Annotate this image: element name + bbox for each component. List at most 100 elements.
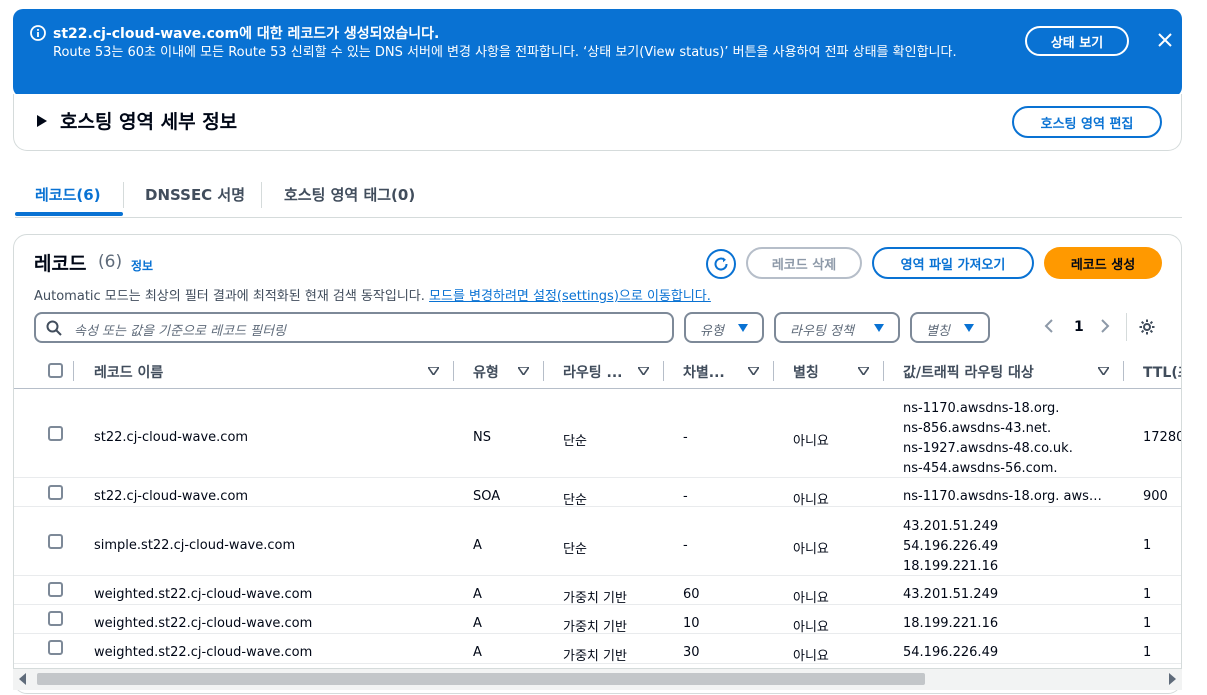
column-divider — [543, 361, 544, 381]
table-row[interactable]: st22.cj-cloud-wave.com NS 단순 - 아니요 ns-11… — [14, 390, 1181, 479]
record-routing: 가중치 기반 — [563, 649, 627, 664]
column-divider — [883, 361, 884, 381]
info-link[interactable]: 정보 — [131, 257, 153, 274]
table-row[interactable]: weighted.st22.cj-cloud-wave.com A 가중치 기반… — [14, 634, 1181, 664]
record-diff: - — [683, 538, 688, 553]
flash-title: st22.cj-cloud-wave.com에 대한 레코드가 생성되었습니다. — [53, 26, 440, 42]
horizontal-scrollbar[interactable] — [13, 668, 1182, 690]
desc-text: Automatic 모드는 최상의 필터 결과에 최적화된 현재 검색 동작입니… — [34, 289, 425, 304]
tab-records[interactable]: 레코드(6) — [35, 184, 101, 205]
record-diff: - — [683, 489, 688, 504]
record-routing: 단순 — [563, 493, 587, 508]
record-value: 18.199.221.16 — [903, 559, 999, 574]
record-routing: 단순 — [563, 542, 587, 557]
record-name: st22.cj-cloud-wave.com — [94, 489, 249, 504]
column-divider — [663, 361, 664, 381]
delete-record-button[interactable]: 레코드 삭제 — [746, 247, 862, 279]
sort-icon[interactable] — [748, 367, 759, 375]
col-alias[interactable]: 별칭 — [793, 362, 819, 382]
record-alias: 아니요 — [793, 620, 829, 635]
record-value: 54.196.226.49 — [903, 539, 999, 554]
table-row[interactable]: weighted.st22.cj-cloud-wave.com A 가중치 기반… — [14, 605, 1181, 635]
caret-right-icon[interactable] — [36, 114, 48, 128]
import-zone-file-button[interactable]: 영역 파일 가져오기 — [872, 247, 1034, 279]
scroll-left-icon[interactable] — [19, 673, 26, 685]
routing-filter-select[interactable]: 라우팅 정책 — [774, 312, 900, 343]
row-checkbox[interactable] — [48, 426, 63, 441]
record-routing: 가중치 기반 — [563, 591, 627, 606]
record-values: 43.201.51.249 54.196.226.49 18.199.221.1… — [903, 517, 998, 577]
refresh-button[interactable] — [706, 249, 736, 279]
search-input[interactable]: 속성 또는 값을 기준으로 레코드 필터링 — [34, 312, 674, 343]
record-values: ns-1170.awsdns-18.org. ns-856.awsdns-43.… — [903, 399, 1073, 479]
record-diff: 10 — [683, 616, 700, 631]
record-type: A — [473, 616, 482, 631]
tab-divider — [261, 182, 262, 208]
close-icon[interactable] — [1157, 32, 1173, 48]
chevron-left-icon[interactable] — [1044, 319, 1054, 333]
sort-icon[interactable] — [1098, 367, 1109, 375]
gear-icon[interactable] — [1138, 318, 1156, 336]
column-divider — [73, 361, 74, 381]
sort-icon[interactable] — [638, 367, 649, 375]
sort-icon[interactable] — [858, 367, 869, 375]
row-checkbox[interactable] — [48, 640, 63, 655]
create-record-button[interactable]: 레코드 생성 — [1044, 247, 1162, 279]
record-alias: 아니요 — [793, 542, 829, 557]
record-value: 43.201.51.249 — [903, 519, 999, 534]
record-type: NS — [473, 430, 491, 445]
row-checkbox[interactable] — [48, 534, 63, 549]
record-ttl: 900 — [1143, 489, 1168, 504]
col-record-name[interactable]: 레코드 이름 — [94, 362, 163, 382]
row-checkbox[interactable] — [48, 485, 63, 500]
caret-down-icon — [964, 324, 974, 332]
alias-filter-select[interactable]: 별칭 — [910, 312, 990, 343]
col-type[interactable]: 유형 — [473, 362, 499, 382]
column-divider — [773, 361, 774, 381]
record-value: ns-454.awsdns-56.com. — [903, 461, 1058, 476]
success-flash-banner: st22.cj-cloud-wave.com에 대한 레코드가 생성되었습니다.… — [13, 9, 1182, 97]
col-value[interactable]: 값/트래픽 라우팅 대상 — [903, 362, 1034, 382]
chevron-right-icon[interactable] — [1100, 319, 1110, 333]
sort-icon[interactable] — [518, 367, 529, 375]
col-routing-policy[interactable]: 라우팅 ... — [563, 362, 622, 382]
pager-divider — [1126, 313, 1127, 341]
record-name: weighted.st22.cj-cloud-wave.com — [94, 645, 313, 660]
settings-link[interactable]: 모드를 변경하려면 설정(settings)으로 이동합니다. — [429, 289, 711, 304]
col-ttl[interactable]: TTL(초 — [1143, 362, 1181, 382]
row-checkbox[interactable] — [48, 582, 63, 597]
record-name: weighted.st22.cj-cloud-wave.com — [94, 587, 313, 602]
scrollbar-thumb[interactable] — [37, 673, 925, 685]
record-type: A — [473, 587, 482, 602]
view-status-button[interactable]: 상태 보기 — [1025, 26, 1129, 56]
edit-hosted-zone-button[interactable]: 호스팅 영역 편집 — [1012, 106, 1162, 138]
record-type: SOA — [473, 489, 501, 504]
col-differentiator[interactable]: 차별... — [683, 362, 725, 382]
search-mode-description: Automatic 모드는 최상의 필터 결과에 최적화된 현재 검색 동작입니… — [34, 285, 711, 304]
record-type: A — [473, 645, 482, 660]
table-row[interactable]: st22.cj-cloud-wave.com SOA 단순 - 아니요 ns-1… — [14, 478, 1181, 508]
page-number[interactable]: 1 — [1074, 319, 1084, 335]
alias-filter-label: 별칭 — [926, 324, 950, 339]
records-count: (6) — [98, 252, 123, 272]
table-row[interactable]: simple.st22.cj-cloud-wave.com A 단순 - 아니요… — [14, 507, 1181, 577]
record-routing: 단순 — [563, 434, 587, 449]
row-checkbox[interactable] — [48, 611, 63, 626]
search-placeholder: 속성 또는 값을 기준으로 레코드 필터링 — [74, 324, 287, 339]
tab-tags[interactable]: 호스팅 영역 태그(0) — [284, 184, 415, 205]
scroll-right-icon[interactable] — [1169, 673, 1176, 685]
record-name: weighted.st22.cj-cloud-wave.com — [94, 616, 313, 631]
sort-icon[interactable] — [428, 367, 439, 375]
table-row[interactable]: weighted.st22.cj-cloud-wave.com A 가중치 기반… — [14, 576, 1181, 606]
type-filter-select[interactable]: 유형 — [684, 312, 764, 343]
select-all-checkbox[interactable] — [48, 363, 63, 378]
details-label[interactable]: 호스팅 영역 세부 정보 — [60, 107, 237, 134]
tab-dnssec[interactable]: DNSSEC 서명 — [145, 184, 245, 205]
search-icon — [46, 320, 62, 336]
record-ttl: 1 — [1143, 538, 1152, 553]
record-value: ns-856.awsdns-43.net. — [903, 421, 1052, 436]
record-value: 18.199.221.16 — [903, 616, 999, 631]
record-ttl: 1 — [1143, 616, 1152, 631]
caret-down-icon — [738, 324, 748, 332]
hosted-zone-details-panel: 호스팅 영역 세부 정보 호스팅 영역 편집 — [13, 94, 1182, 151]
